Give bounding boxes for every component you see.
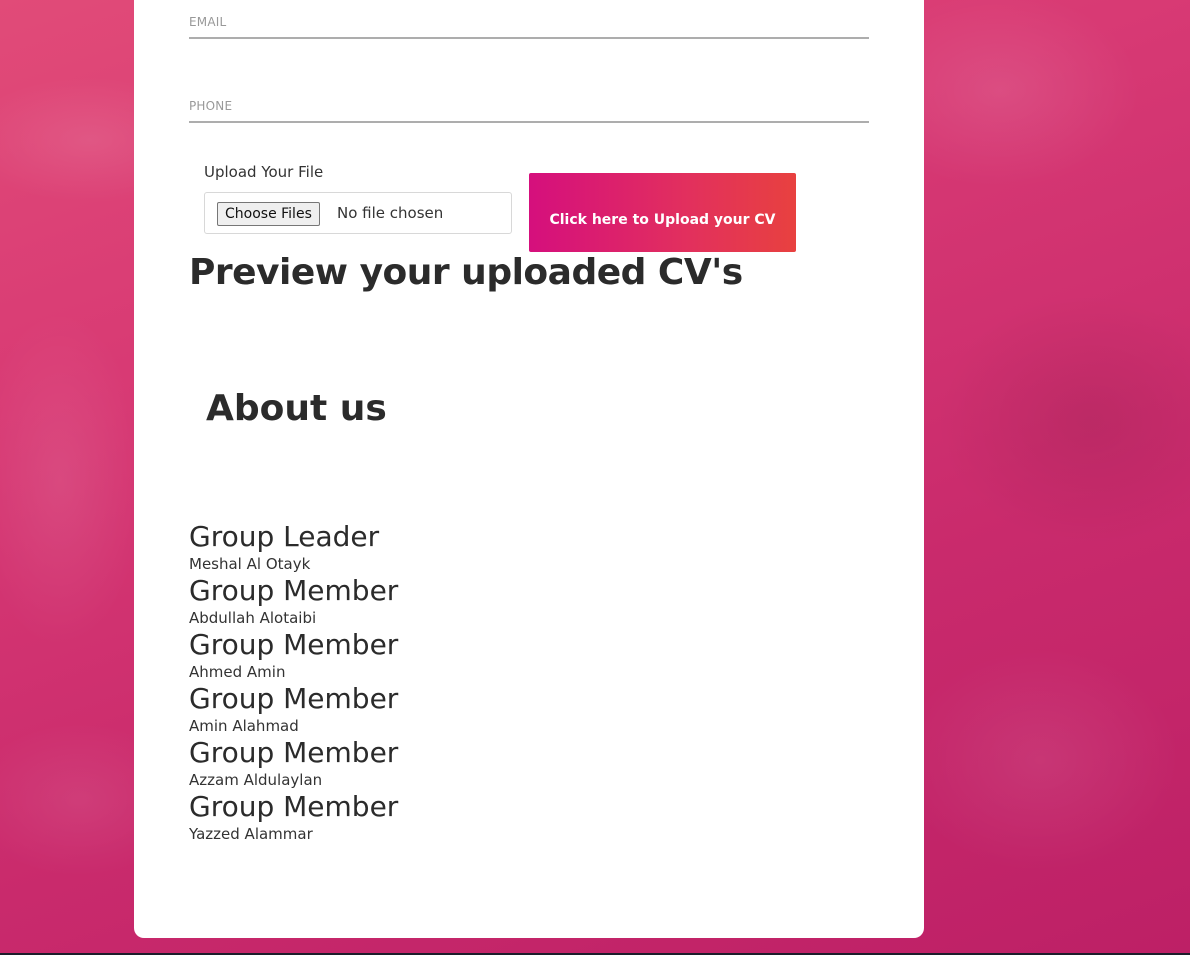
phone-field[interactable]: PHONE — [189, 81, 873, 123]
about-us-heading: About us — [206, 388, 387, 429]
preview-cvs-heading: Preview your uploaded CV's — [189, 252, 743, 293]
upload-file-label: Upload Your File — [204, 163, 324, 181]
member-name: Yazzed Alammar — [189, 825, 313, 843]
no-file-chosen-text: No file chosen — [337, 204, 444, 222]
phone-input[interactable] — [189, 99, 873, 121]
team-member: Group Member Azzam Aldulaylan — [189, 736, 689, 790]
team-list: Group Leader Meshal Al Otayk Group Membe… — [189, 520, 689, 844]
member-role: Group Member — [189, 736, 399, 769]
member-name: Ahmed Amin — [189, 663, 286, 681]
content-card: EMAIL PHONE Upload Your File Choose File… — [134, 0, 924, 938]
member-name: Meshal Al Otayk — [189, 555, 311, 573]
member-role: Group Member — [189, 790, 399, 823]
member-name: Amin Alahmad — [189, 717, 299, 735]
member-name: Azzam Aldulaylan — [189, 771, 323, 789]
upload-cv-button[interactable]: Click here to Upload your CV — [529, 173, 796, 252]
member-role: Group Member — [189, 682, 399, 715]
member-role: Group Leader — [189, 520, 380, 553]
team-member: Group Member Amin Alahmad — [189, 682, 689, 736]
member-role: Group Member — [189, 574, 399, 607]
member-name: Abdullah Alotaibi — [189, 609, 317, 627]
team-member: Group Leader Meshal Al Otayk — [189, 520, 689, 574]
email-field[interactable]: EMAIL — [189, 0, 873, 39]
team-member: Group Member Yazzed Alammar — [189, 790, 689, 844]
email-input[interactable] — [189, 15, 873, 37]
team-member: Group Member Abdullah Alotaibi — [189, 574, 689, 628]
file-input[interactable]: Choose Files No file chosen — [204, 192, 512, 234]
choose-files-button[interactable]: Choose Files — [217, 202, 320, 226]
member-role: Group Member — [189, 628, 399, 661]
team-member: Group Member Ahmed Amin — [189, 628, 689, 682]
